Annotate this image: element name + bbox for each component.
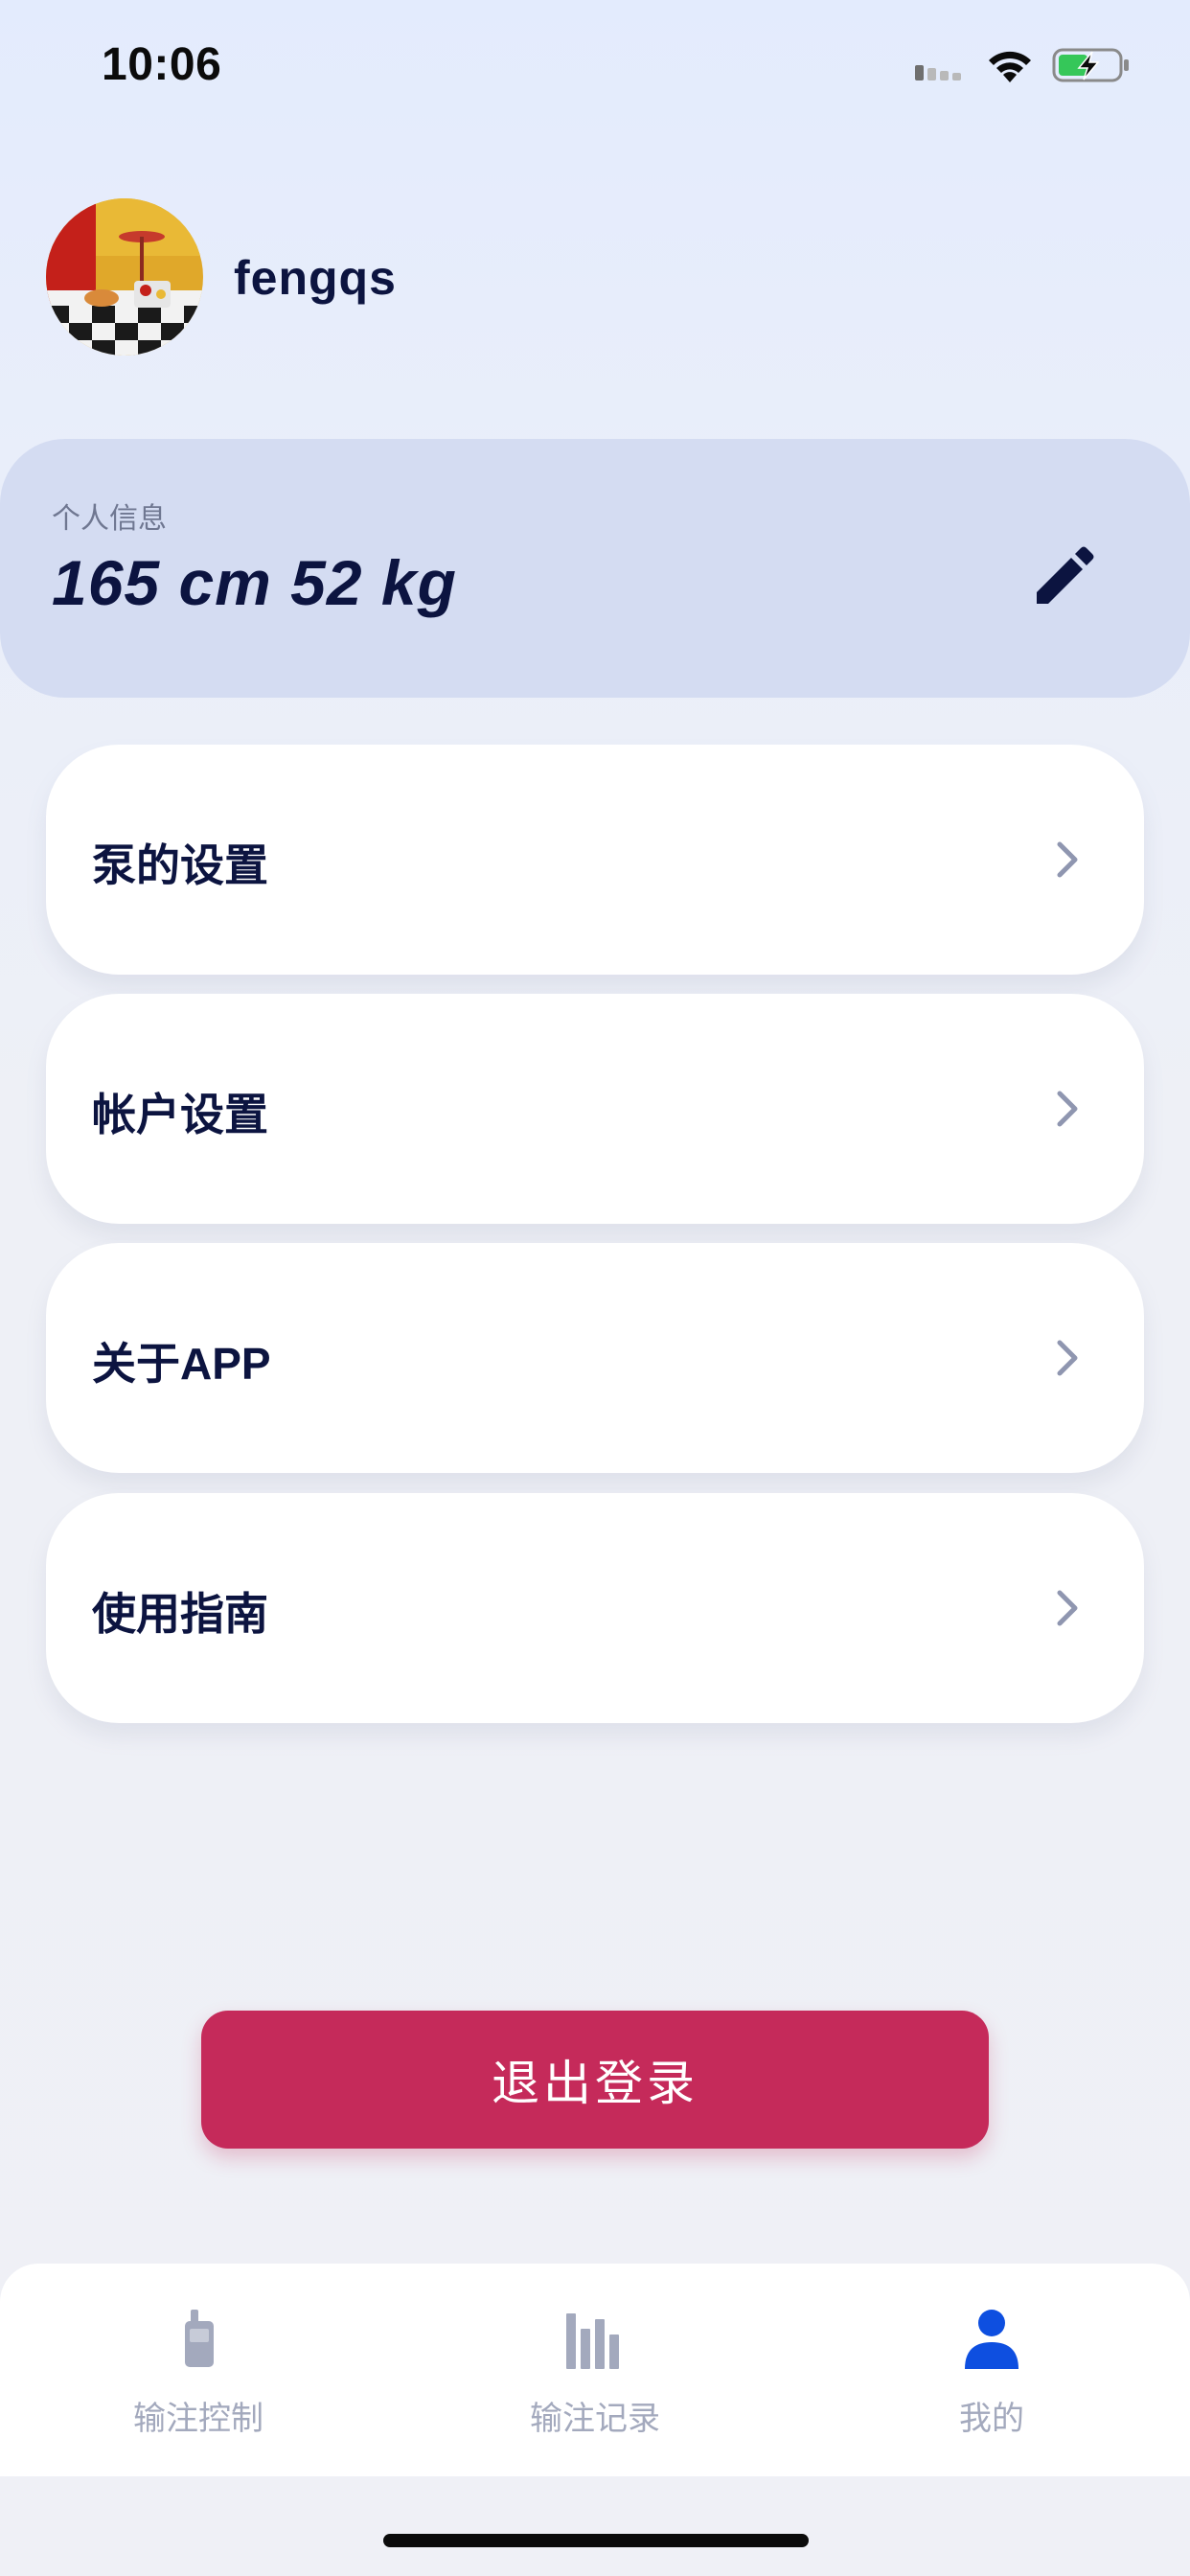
status-time: 10:06 bbox=[102, 39, 222, 90]
battery-charging-icon bbox=[1052, 48, 1129, 82]
personal-info-card: 个人信息 165 cm 52 kg bbox=[0, 439, 1190, 698]
tab-label: 输注记录 bbox=[530, 2401, 660, 2437]
menu-item-about-app[interactable]: 关于APP bbox=[46, 1243, 1144, 1473]
menu-item-label: 关于APP bbox=[92, 1339, 271, 1389]
chevron-right-icon bbox=[1057, 1091, 1078, 1127]
pump-device-icon bbox=[185, 2310, 214, 2367]
tab-label: 输注控制 bbox=[133, 2401, 263, 2437]
bar-chart-icon bbox=[566, 2313, 619, 2369]
chevron-right-icon bbox=[1057, 841, 1078, 878]
tab-bar: 输注控制 输注记录 我的 bbox=[0, 2264, 1190, 2476]
height-weight-value: 165 cm 52 kg bbox=[52, 547, 457, 618]
tab-label: 我的 bbox=[959, 2401, 1024, 2437]
menu-item-label: 泵的设置 bbox=[92, 840, 268, 890]
tab-infusion-control[interactable]: 输注控制 bbox=[55, 2264, 342, 2476]
chevron-right-icon bbox=[1057, 1590, 1078, 1626]
menu-item-label: 帐户设置 bbox=[92, 1090, 268, 1139]
person-icon bbox=[965, 2310, 1018, 2369]
logout-button[interactable]: 退出登录 bbox=[201, 2011, 989, 2149]
tab-infusion-records[interactable]: 输注记录 bbox=[451, 2264, 739, 2476]
home-indicator bbox=[383, 2534, 809, 2547]
personal-info-label: 个人信息 bbox=[52, 503, 167, 535]
status-bar: 10:06 bbox=[0, 0, 1190, 134]
menu-item-pump-settings[interactable]: 泵的设置 bbox=[46, 745, 1144, 975]
wifi-icon bbox=[989, 51, 1031, 82]
username: fengqs bbox=[234, 251, 397, 305]
menu-item-user-guide[interactable]: 使用指南 bbox=[46, 1493, 1144, 1723]
tab-mine[interactable]: 我的 bbox=[848, 2264, 1135, 2476]
avatar[interactable] bbox=[46, 198, 203, 356]
chevron-right-icon bbox=[1057, 1340, 1078, 1376]
avatar-photo bbox=[46, 198, 203, 356]
menu-item-account-settings[interactable]: 帐户设置 bbox=[46, 994, 1144, 1224]
menu-item-label: 使用指南 bbox=[92, 1589, 268, 1639]
pencil-icon[interactable] bbox=[1025, 537, 1102, 613]
cellular-signal-icon bbox=[915, 65, 961, 80]
